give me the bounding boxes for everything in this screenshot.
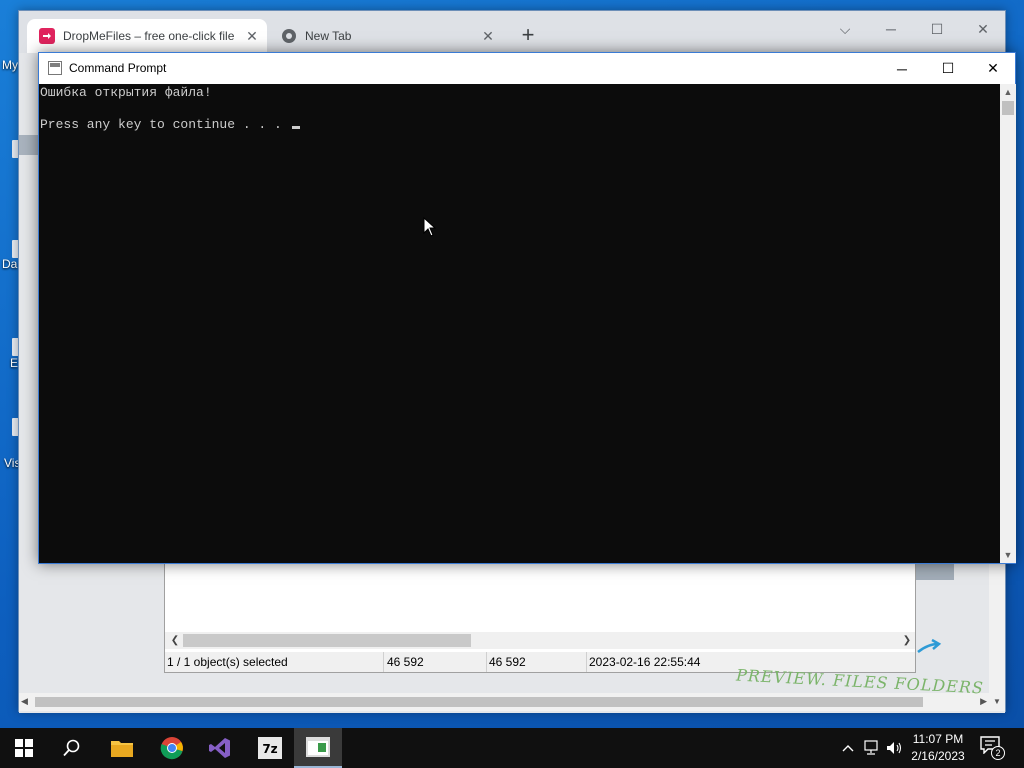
tab-title: DropMeFiles – free one-click file (63, 29, 235, 43)
status-selection: 1 / 1 object(s) selected (165, 652, 384, 672)
taskbar: 7z 11:07 PM 2/16/2023 2 (0, 728, 1024, 768)
maximize-button[interactable]: ☐ (915, 15, 959, 43)
scroll-up-arrow-icon[interactable]: ▲ (1000, 84, 1016, 100)
new-tab-button[interactable]: + (517, 24, 539, 47)
desktop-icon-label[interactable]: Da (2, 257, 17, 271)
scrollbar-thumb[interactable] (35, 697, 923, 707)
arrow-icon (917, 638, 942, 653)
clock-time: 11:07 PM (912, 732, 964, 746)
close-button[interactable]: ✕ (970, 53, 1016, 84)
notification-count-badge: 2 (991, 746, 1005, 760)
scroll-left-arrow-icon[interactable]: ◀ (21, 696, 28, 707)
start-button[interactable] (0, 728, 48, 768)
7zip-icon: 7z (258, 737, 282, 759)
clock-date: 2/16/2023 (911, 749, 965, 763)
scroll-right-arrow-icon[interactable]: ▶ (980, 696, 987, 707)
taskbar-chrome[interactable] (148, 728, 196, 768)
scrollbar-thumb[interactable] (183, 634, 471, 647)
taskbar-file-explorer[interactable] (98, 728, 146, 768)
svg-text:7z: 7z (262, 742, 277, 756)
taskbar-visual-studio[interactable] (196, 728, 244, 768)
scroll-right-arrow-icon[interactable]: ❯ (899, 632, 915, 649)
mouse-pointer-icon (423, 217, 437, 237)
close-tab-button[interactable]: ✕ (243, 27, 261, 45)
console-vertical-scrollbar[interactable]: ▲ ▼ (1000, 84, 1016, 563)
close-tab-button[interactable]: ✕ (479, 27, 497, 45)
minimize-button[interactable]: ─ (869, 15, 913, 43)
archive-file-panel: ❮ ❯ 1 / 1 object(s) selected 46 592 46 5… (164, 563, 916, 673)
action-center-button[interactable]: 2 (980, 736, 1008, 760)
windows-icon (15, 739, 33, 757)
folder-icon (111, 741, 133, 757)
desktop-icon-label[interactable]: My (2, 58, 18, 72)
command-prompt-icon (306, 737, 330, 757)
network-icon[interactable] (862, 738, 882, 758)
tab-search-button[interactable]: ⌵ (823, 15, 867, 43)
console-line: Ошибка открытия файла! (40, 85, 212, 100)
volume-icon[interactable] (884, 738, 904, 758)
scrollbar-thumb[interactable] (1002, 101, 1014, 115)
system-clock[interactable]: 11:07 PM 2/16/2023 (906, 731, 970, 765)
page-element (916, 563, 954, 580)
desktop-icon-label[interactable]: E (10, 356, 18, 370)
search-icon (63, 739, 80, 757)
command-prompt-window: Command Prompt ─ ☐ ✕ Ошибка открытия фай… (38, 52, 1016, 564)
taskbar-command-prompt[interactable] (294, 728, 342, 768)
title-bar[interactable]: Command Prompt ─ ☐ ✕ (39, 53, 1015, 84)
console-icon[interactable] (48, 61, 62, 75)
tab-new-tab[interactable]: New Tab ✕ (269, 19, 503, 53)
status-packed-size: 46 592 (487, 652, 587, 672)
scroll-down-arrow-icon[interactable]: ▼ (1000, 547, 1016, 563)
scroll-down-arrow-icon[interactable]: ▼ (989, 697, 1005, 709)
page-horizontal-scrollbar[interactable]: ◀ ▶ (19, 693, 989, 711)
minimize-button[interactable]: ─ (879, 53, 925, 84)
browser-tab-strip: DropMeFiles – free one-click file ✕ New … (19, 11, 1005, 53)
search-button[interactable] (48, 728, 96, 768)
maximize-button[interactable]: ☐ (925, 53, 971, 84)
console-output[interactable]: Ошибка открытия файла! Press any key to … (39, 84, 1000, 563)
tab-dropmefiles[interactable]: DropMeFiles – free one-click file ✕ (27, 19, 267, 53)
text-caret (291, 126, 300, 129)
visual-studio-icon (209, 738, 230, 758)
window-title: Command Prompt (69, 61, 167, 75)
scroll-left-arrow-icon[interactable]: ❮ (167, 632, 183, 649)
chrome-icon (160, 737, 183, 760)
status-size: 46 592 (385, 652, 487, 672)
taskbar-7zip[interactable]: 7z (246, 728, 294, 768)
close-button[interactable]: ✕ (961, 15, 1005, 43)
tab-title: New Tab (305, 29, 352, 43)
console-prompt-line: Press any key to continue . . . (40, 117, 300, 133)
dropmefiles-icon (39, 28, 55, 44)
panel-horizontal-scrollbar[interactable]: ❮ ❯ (165, 632, 915, 649)
chrome-icon (281, 28, 297, 44)
console-line: Press any key to continue . . . (40, 117, 290, 132)
show-hidden-icons-chevron-icon[interactable] (838, 738, 858, 758)
